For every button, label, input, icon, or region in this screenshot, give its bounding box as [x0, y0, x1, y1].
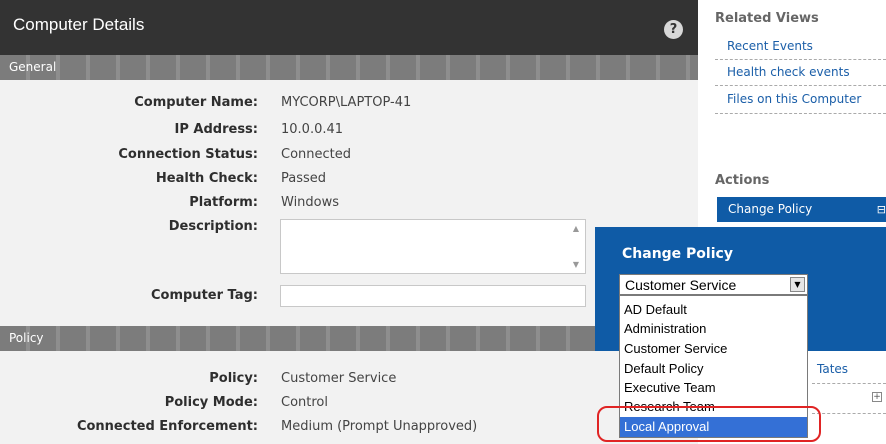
change-policy-title: Change Policy [622, 246, 733, 262]
actions-heading: Actions [715, 173, 770, 188]
description-textarea[interactable]: ▲ ▼ [280, 219, 586, 274]
connection-status-value: Connected [281, 147, 352, 162]
divider [812, 383, 886, 384]
policy-mode-value: Control [281, 395, 328, 410]
change-policy-action[interactable]: Change Policy ⊟ [717, 197, 886, 222]
dropdown-option[interactable]: Customer Service [620, 339, 807, 359]
related-views-heading: Related Views [715, 11, 819, 26]
connected-enforcement-value: Medium (Prompt Unapproved) [281, 419, 478, 434]
policy-mode-label: Policy Mode: [164, 395, 258, 410]
computer-name-label: Computer Name: [134, 95, 258, 110]
policy-label: Policy: [209, 371, 258, 386]
annotation-highlight-ring [597, 406, 821, 442]
scroll-down-icon[interactable]: ▼ [573, 260, 579, 269]
dropdown-option[interactable]: AD Default [620, 300, 807, 320]
health-check-label: Health Check: [155, 171, 258, 186]
dropdown-option[interactable]: Administration [620, 319, 807, 339]
policy-value: Customer Service [281, 371, 397, 386]
recent-events-link[interactable]: Recent Events [727, 39, 813, 53]
title-bar: Computer Details ? [0, 0, 698, 55]
page-title: Computer Details [13, 15, 145, 34]
files-on-computer-link[interactable]: Files on this Computer [727, 92, 861, 106]
connection-status-label: Connection Status: [118, 147, 258, 162]
dropdown-option[interactable]: Default Policy [620, 359, 807, 379]
scroll-up-icon[interactable]: ▲ [573, 224, 579, 233]
divider [812, 413, 886, 414]
ip-address-value: 10.0.0.41 [281, 122, 344, 137]
help-icon[interactable]: ? [664, 20, 683, 39]
platform-label: Platform: [189, 195, 258, 210]
divider [715, 85, 886, 86]
connected-enforcement-label: Connected Enforcement: [76, 419, 258, 434]
ip-address-label: IP Address: [174, 122, 258, 137]
divider [715, 59, 886, 60]
chevron-down-icon[interactable]: ▼ [790, 277, 805, 292]
computer-tag-label: Computer Tag: [150, 288, 258, 303]
computer-tag-input[interactable] [280, 285, 586, 307]
platform-value: Windows [281, 195, 340, 210]
policy-section-header: Policy [0, 326, 698, 351]
dropdown-option[interactable]: Executive Team [620, 378, 807, 398]
policy-select-value: Customer Service [625, 277, 737, 293]
health-check-events-link[interactable]: Health check events [727, 65, 850, 79]
divider [715, 113, 886, 114]
computer-name-value: MYCORP\LAPTOP-41 [281, 95, 412, 110]
policy-section-label: Policy [9, 331, 44, 345]
policy-select[interactable]: Customer Service ▼ [619, 274, 808, 295]
expand-icon[interactable]: + [872, 392, 882, 402]
general-section-header: General [0, 55, 698, 80]
computer-details-panel: Computer Details ? General Computer Name… [0, 0, 698, 444]
general-section-label: General [9, 60, 57, 74]
description-label: Description: [168, 219, 258, 234]
health-check-value: Passed [281, 171, 327, 186]
partially-hidden-link[interactable]: Tates [817, 362, 848, 376]
change-policy-action-label: Change Policy [728, 202, 813, 216]
collapse-icon[interactable]: ⊟ [877, 203, 886, 216]
